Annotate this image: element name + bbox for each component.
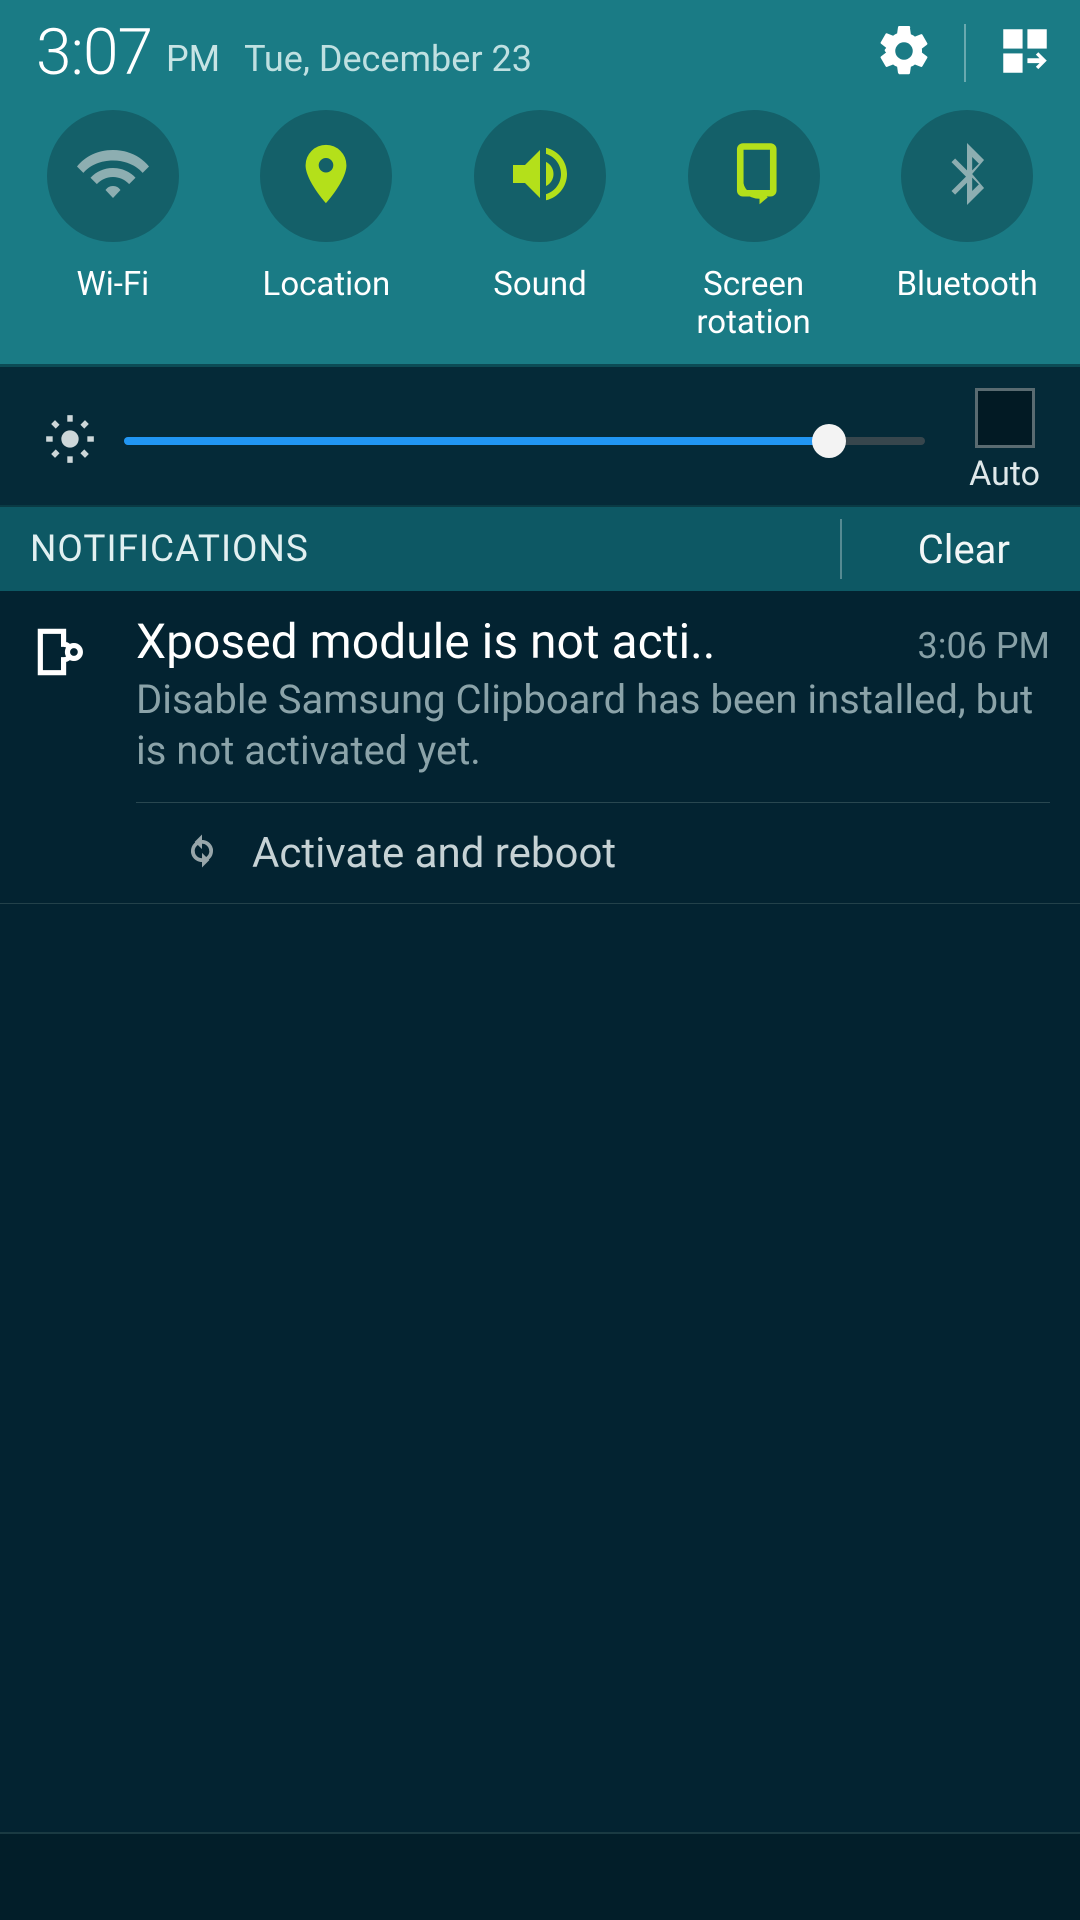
sound-icon bbox=[504, 138, 576, 214]
toggle-label: Location bbox=[263, 266, 391, 344]
brightness-slider[interactable] bbox=[124, 421, 925, 461]
header-date: Tue, December 23 bbox=[244, 38, 532, 80]
notification-item[interactable]: Xposed module is not acti.. 3:06 PM Disa… bbox=[0, 591, 1080, 904]
notification-action[interactable]: Activate and reboot bbox=[136, 803, 1050, 903]
notification-title: Xposed module is not acti.. bbox=[136, 613, 894, 670]
notification-body: Disable Samsung Clipboard has been insta… bbox=[136, 674, 1050, 776]
wifi-icon bbox=[77, 138, 149, 214]
puzzle-icon bbox=[30, 621, 92, 687]
edit-tiles-icon[interactable] bbox=[996, 22, 1054, 84]
notification-action-label: Activate and reboot bbox=[252, 829, 616, 878]
notification-time: 3:06 PM bbox=[918, 625, 1051, 667]
slider-thumb[interactable] bbox=[812, 424, 846, 458]
brightness-panel: Auto bbox=[0, 367, 1080, 507]
clock-ampm: PM bbox=[166, 38, 220, 80]
toggle-sound[interactable]: Sound bbox=[440, 110, 640, 344]
quick-toggles-row: Wi-Fi Location Sound Screen rotation bbox=[0, 96, 1080, 367]
toggle-wifi[interactable]: Wi-Fi bbox=[13, 110, 213, 344]
brightness-icon bbox=[44, 413, 124, 469]
toggle-bluetooth[interactable]: Bluetooth bbox=[867, 110, 1067, 344]
header-divider bbox=[964, 24, 966, 82]
bluetooth-icon bbox=[936, 143, 998, 209]
toggle-label: Wi-Fi bbox=[76, 266, 149, 344]
toggle-screen-rotation[interactable]: Screen rotation bbox=[654, 110, 854, 344]
status-header: 3:07 PM Tue, December 23 bbox=[0, 0, 1080, 96]
notifications-header: NOTIFICATIONS Clear bbox=[0, 507, 1080, 591]
notifications-title: NOTIFICATIONS bbox=[30, 528, 309, 571]
shade-handle[interactable] bbox=[0, 1832, 1080, 1920]
clock-time: 3:07 bbox=[36, 21, 152, 85]
auto-brightness-label: Auto bbox=[969, 454, 1040, 494]
rotation-icon bbox=[721, 141, 787, 211]
refresh-icon bbox=[180, 829, 224, 877]
clear-button[interactable]: Clear bbox=[842, 526, 1050, 573]
location-icon bbox=[291, 139, 361, 213]
settings-gear-icon[interactable] bbox=[874, 21, 934, 85]
toggle-label: Sound bbox=[493, 266, 586, 344]
auto-brightness-checkbox[interactable] bbox=[975, 388, 1035, 448]
toggle-label: Screen rotation bbox=[654, 266, 854, 344]
toggle-label: Bluetooth bbox=[896, 266, 1037, 344]
toggle-location[interactable]: Location bbox=[226, 110, 426, 344]
